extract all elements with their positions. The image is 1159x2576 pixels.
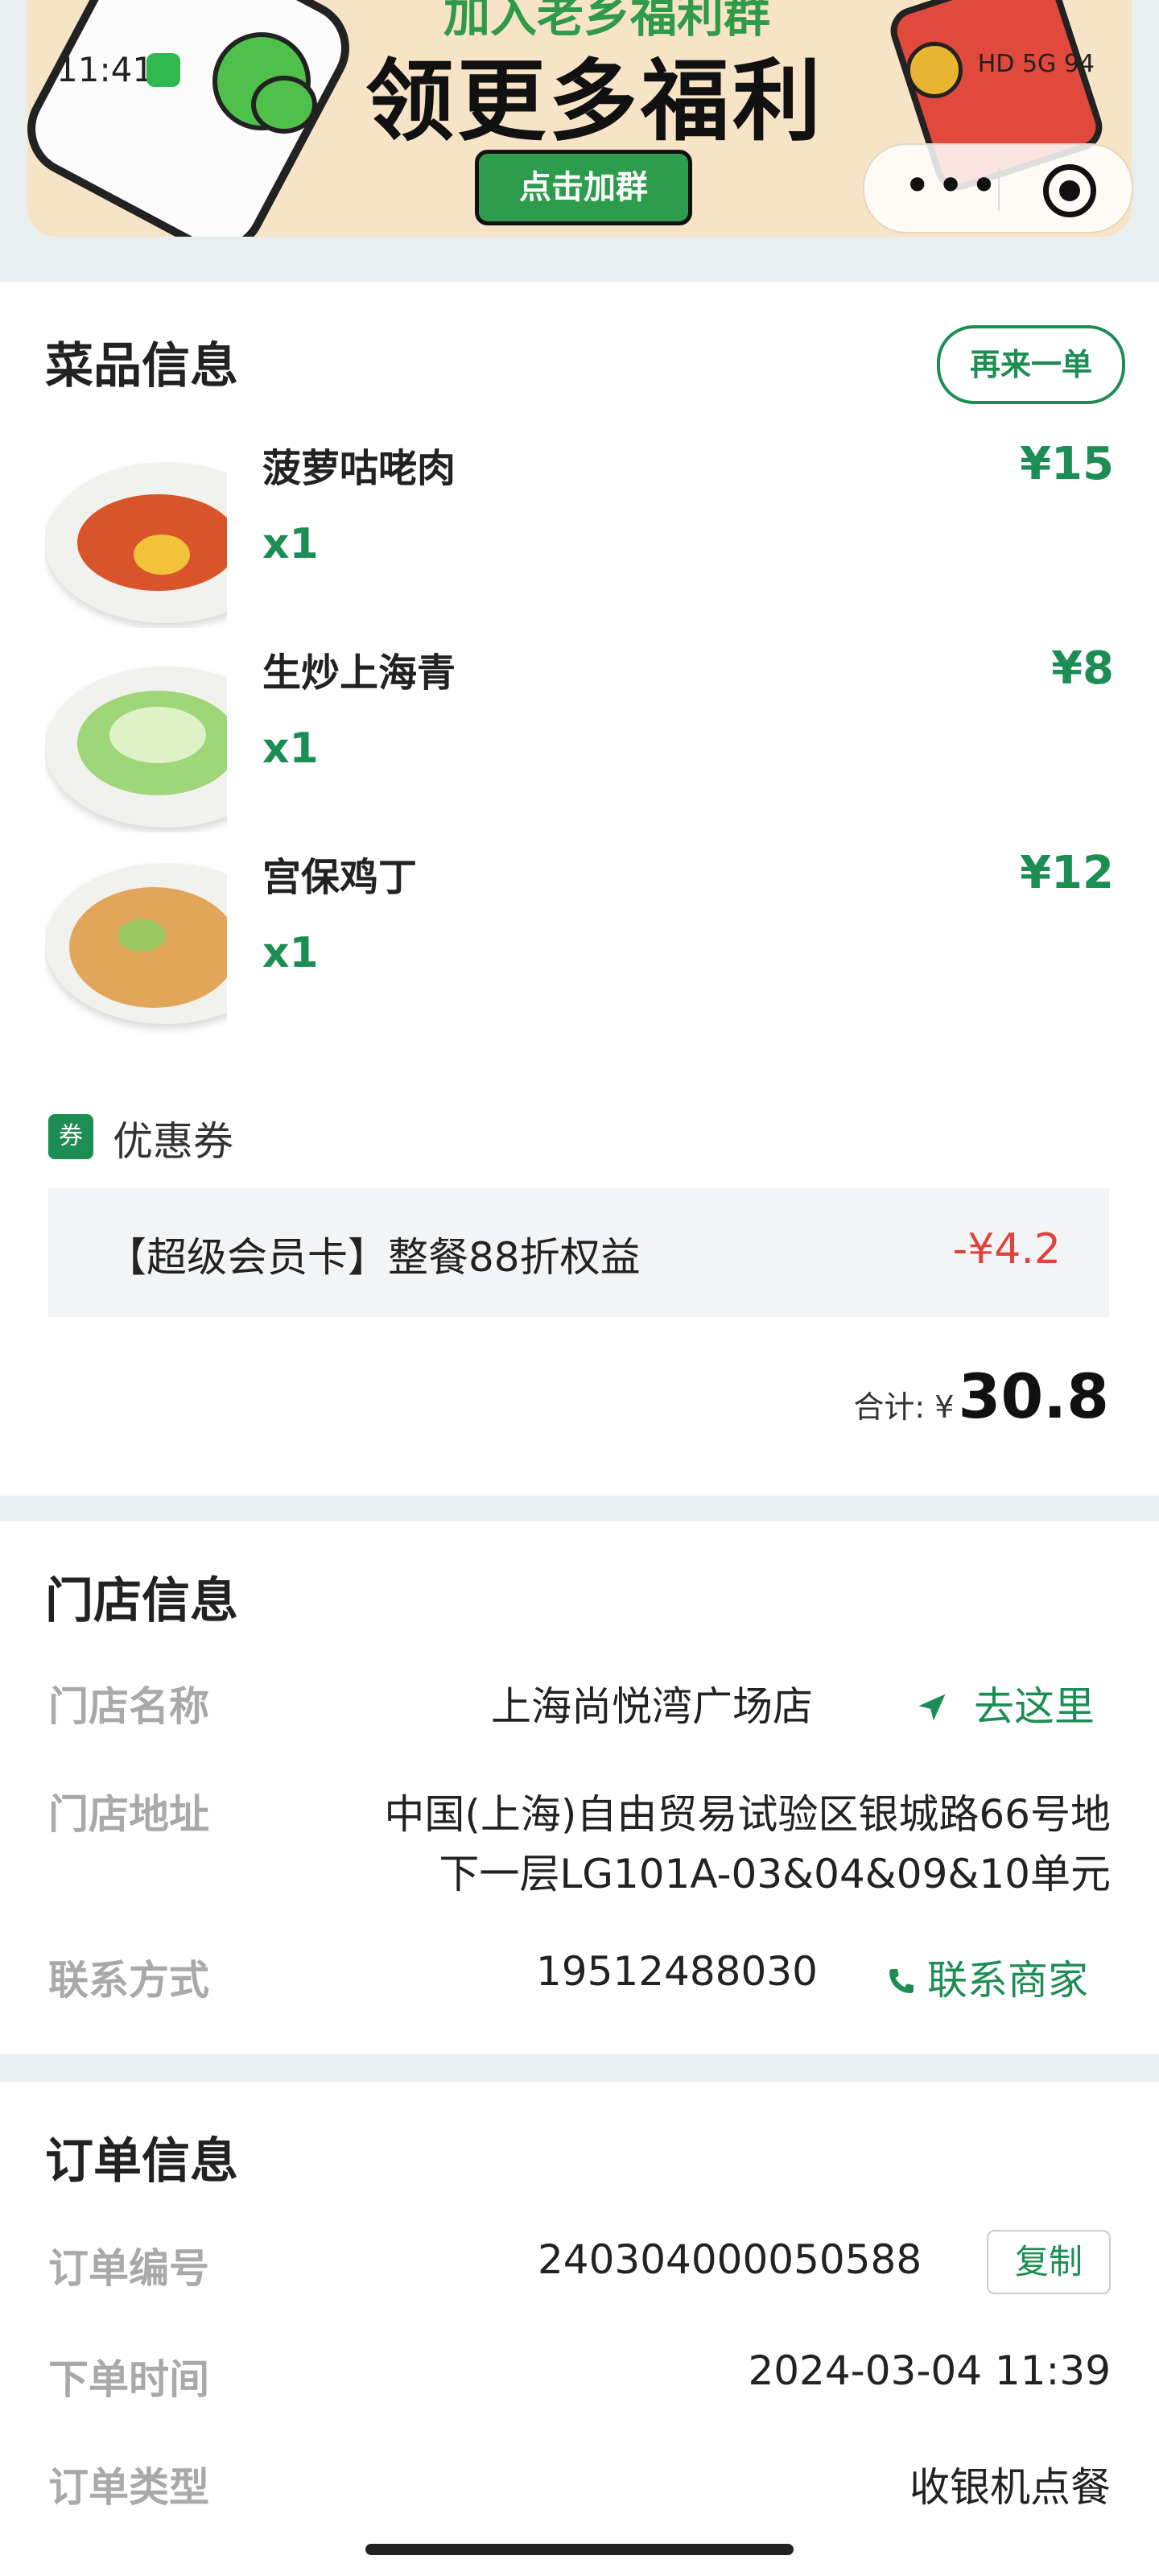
- contact-label: 联系方式: [48, 1957, 209, 2004]
- copy-button[interactable]: 复制: [987, 2230, 1111, 2294]
- dish-item: 宫保鸡丁 x1 ¥12: [0, 847, 1159, 1040]
- dish-quantity: x1: [262, 929, 319, 977]
- dish-price: ¥12: [1020, 847, 1114, 899]
- store-section-title: 门店信息: [45, 1573, 238, 1629]
- wechat-notification-icon: [146, 53, 180, 87]
- home-indicator: [365, 2544, 794, 2555]
- store-address-line2: 下一层LG101A-03&04&09&10单元: [439, 1851, 1111, 1897]
- store-name-label: 门店名称: [48, 1683, 209, 1730]
- more-icon[interactable]: •••: [903, 158, 1003, 214]
- order-section-title: 订单信息: [45, 2133, 238, 2190]
- dish-image: [45, 650, 227, 832]
- order-number-label: 订单编号: [48, 2245, 209, 2292]
- dish-image: [45, 855, 227, 1037]
- dish-item: 生炒上海青 x1 ¥8: [0, 642, 1159, 836]
- order-number-value: 240304000050588: [538, 2236, 922, 2283]
- dish-section-title: 菜品信息: [45, 338, 238, 394]
- coupon-label: 优惠券: [113, 1118, 233, 1165]
- total-value: 30.8: [958, 1360, 1109, 1432]
- order-type-label: 订单类型: [48, 2464, 209, 2511]
- store-info-card: 门店信息 门店名称 上海尚悦湾广场店 去这里 门店地址 中国(上海)自由贸易试验…: [0, 1521, 1159, 2054]
- store-name-value: 上海尚悦湾广场店: [491, 1683, 813, 1730]
- coupon-tag-icon: 券: [48, 1114, 93, 1159]
- dish-price: ¥15: [1020, 438, 1114, 490]
- dish-quantity: x1: [262, 724, 319, 773]
- order-total: 合计: ¥ 30.8: [853, 1360, 1109, 1432]
- status-bar: 11:41 HD 5G 94: [0, 0, 1159, 89]
- status-time: 11:41: [56, 50, 155, 89]
- dish-quantity: x1: [262, 520, 319, 568]
- order-time-label: 下单时间: [48, 2356, 209, 2403]
- miniprogram-capsule[interactable]: •••: [863, 143, 1133, 233]
- contact-merchant-link[interactable]: 联系商家: [885, 1948, 1088, 2006]
- dish-price: ¥8: [1051, 642, 1114, 695]
- reorder-button[interactable]: 再来一单: [937, 325, 1125, 404]
- navigate-link[interactable]: 去这里: [914, 1674, 1095, 1732]
- dish-info-card: 菜品信息 再来一单 菠萝咕咾肉 x1 ¥15 生炒上海青 x1 ¥8 宫保鸡丁 …: [0, 282, 1159, 1496]
- coupon-amount: -¥4.2: [952, 1225, 1061, 1274]
- order-info-card: 订单信息 订单编号 240304000050588 复制 下单时间 2024-0…: [0, 2082, 1159, 2576]
- contact-merchant-label: 联系商家: [927, 1957, 1088, 2004]
- close-miniprogram-icon[interactable]: [1043, 164, 1096, 217]
- order-type-value: 收银机点餐: [909, 2464, 1111, 2511]
- dish-name: 宫保鸡丁: [262, 855, 418, 900]
- order-time-value: 2024-03-04 11:39: [748, 2347, 1111, 2394]
- dish-item: 菠萝咕咾肉 x1 ¥15: [0, 438, 1159, 631]
- navigation-arrow-icon: [918, 1694, 946, 1721]
- dish-image: [45, 446, 227, 628]
- navigate-label: 去这里: [974, 1683, 1095, 1730]
- coupon-row: 【超级会员卡】整餐88折权益 -¥4.2: [48, 1188, 1109, 1317]
- store-address-line1: 中国(上海)自由贸易试验区银城路66号地: [384, 1791, 1111, 1838]
- status-indicators: HD 5G 94: [977, 50, 1095, 78]
- dish-name: 菠萝咕咾肉: [262, 446, 456, 491]
- dish-name: 生炒上海青: [262, 650, 456, 696]
- join-group-button[interactable]: 点击加群: [475, 150, 692, 225]
- coupon-description: 【超级会员卡】整餐88折权益: [106, 1234, 641, 1281]
- phone-icon: [889, 1969, 914, 1993]
- contact-phone: 19512488030: [536, 1948, 818, 1995]
- store-address-label: 门店地址: [48, 1791, 209, 1838]
- total-label: 合计: ¥: [853, 1389, 955, 1425]
- capsule-divider: [998, 167, 1000, 211]
